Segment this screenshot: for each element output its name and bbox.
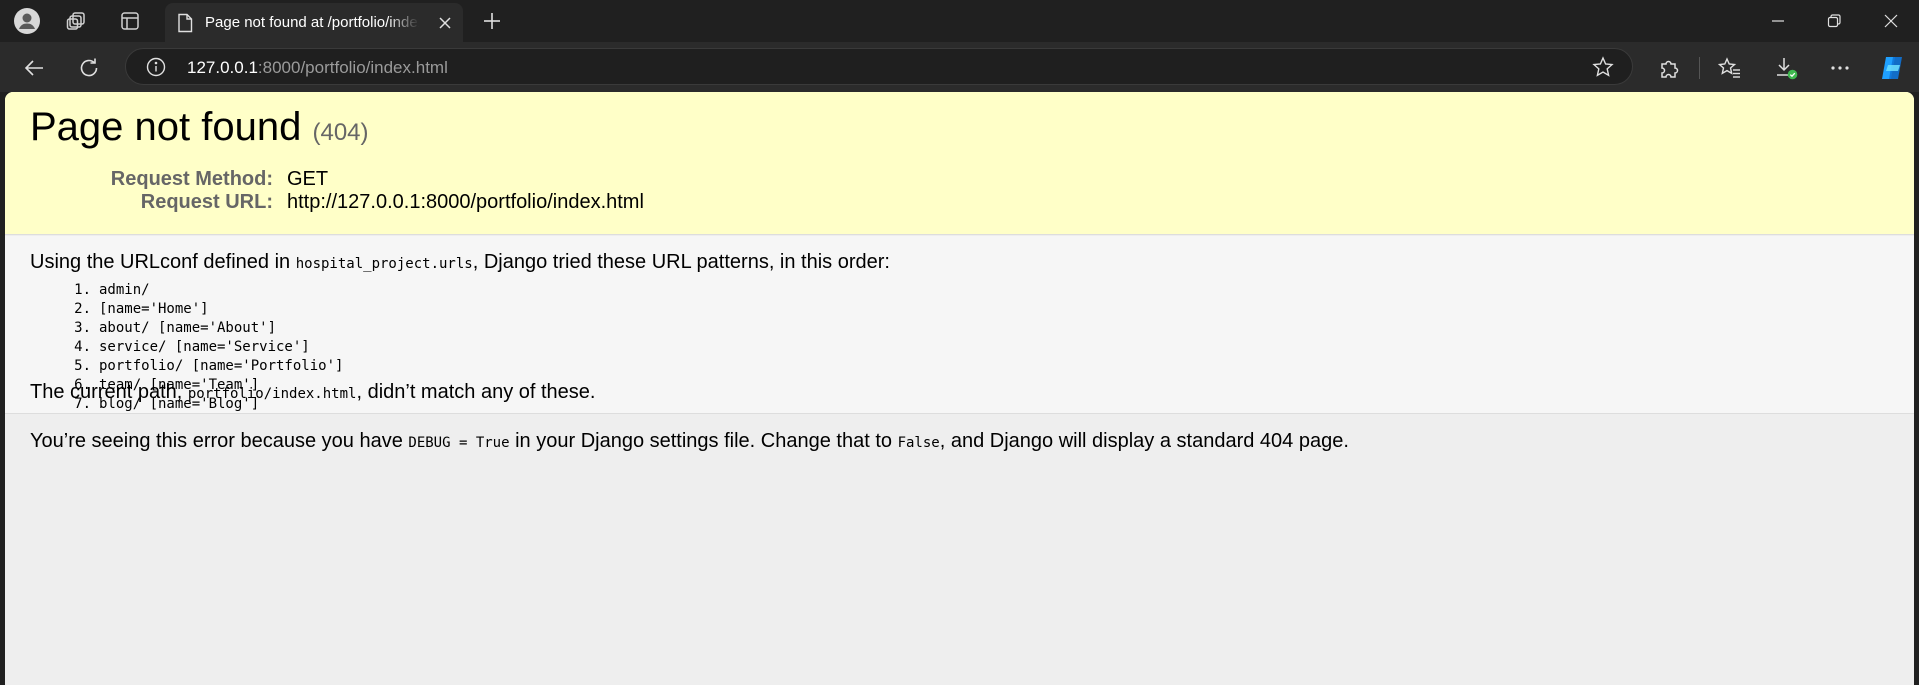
close-tab-icon[interactable] — [435, 13, 455, 33]
urlconf-prefix: Using the URLconf defined in — [30, 251, 296, 273]
tab-strip: Page not found at /portfolio/index.html — [0, 0, 1919, 42]
url-pattern-item: 1. admin/ — [59, 281, 343, 300]
more-button[interactable] — [1824, 52, 1856, 84]
page-title-text: Page not found — [30, 105, 302, 149]
toolbar: 127.0.0.1:8000/portfolio/index.html — [0, 42, 1919, 92]
urlconf-text: Using the URLconf defined in hospital_pr… — [30, 250, 890, 276]
pattern-number: 2. — [74, 301, 91, 317]
profile-icon[interactable] — [13, 7, 41, 35]
url-text[interactable]: 127.0.0.1:8000/portfolio/index.html — [187, 58, 448, 77]
url-pattern-item: 5. portfolio/ [name='Portfolio'] — [59, 357, 343, 376]
request-url-value: http://127.0.0.1:8000/portfolio/index.ht… — [287, 191, 644, 213]
urlconf-suffix: , Django tried these URL patterns, in th… — [472, 251, 890, 273]
url-pattern-item: 4. service/ [name='Service'] — [59, 338, 343, 357]
restore-icon — [1827, 14, 1841, 28]
current-path-prefix: The current path, — [30, 381, 188, 403]
minimize-icon — [1772, 20, 1784, 22]
back-arrow-icon — [24, 60, 43, 76]
debug-explanation-text: You’re seeing this error because you hav… — [30, 429, 1349, 455]
urlconf-module: hospital_project.urls — [295, 256, 473, 272]
address-bar[interactable]: 127.0.0.1:8000/portfolio/index.html — [125, 48, 1633, 85]
url-pattern-item: 2. [name='Home'] — [59, 300, 343, 319]
pattern-text: service/ [name='Service'] — [99, 339, 310, 355]
refresh-button[interactable] — [73, 52, 105, 84]
new-tab-button[interactable] — [478, 7, 506, 35]
workspaces-icon[interactable] — [63, 7, 91, 35]
plus-icon — [484, 13, 500, 29]
url-host: 127.0.0.1 — [187, 58, 258, 77]
pattern-number: 1. — [74, 282, 91, 298]
explanation-part2: in your Django settings file. Change tha… — [509, 430, 898, 452]
copilot-button[interactable] — [1876, 52, 1908, 84]
pattern-text: [name='Home'] — [99, 301, 209, 317]
refresh-icon — [80, 58, 98, 77]
puzzle-icon — [1661, 60, 1679, 78]
pattern-text: admin/ — [99, 282, 150, 298]
restore-button[interactable] — [1806, 0, 1862, 42]
minimize-button[interactable] — [1750, 0, 1806, 42]
downloads-button[interactable] — [1770, 52, 1802, 84]
explanation-part1: You’re seeing this error because you hav… — [30, 430, 409, 452]
tab-title: Page not found at /portfolio/index.html — [205, 14, 419, 31]
debug-explanation: You’re seeing this error because you hav… — [5, 415, 1914, 685]
pattern-text: portfolio/ [name='Portfolio'] — [99, 358, 344, 374]
favorites-icon — [1718, 57, 1740, 78]
pattern-number: 3. — [74, 320, 91, 336]
active-tab[interactable]: Page not found at /portfolio/index.html — [165, 3, 463, 42]
close-icon — [1884, 14, 1898, 28]
current-path-text: The current path, portfolio/index.html, … — [30, 380, 595, 406]
page-title: Page not found (404) — [30, 104, 369, 156]
false-code: False — [897, 435, 940, 451]
explanation-part3: , and Django will display a standard 404… — [939, 430, 1349, 452]
url-patterns-section: Using the URLconf defined in hospital_pr… — [5, 236, 1914, 414]
request-method-value: GET — [287, 168, 329, 190]
current-path-value: portfolio/index.html — [187, 386, 357, 402]
favorite-star-icon[interactable] — [1592, 56, 1614, 83]
pattern-number: 4. — [74, 339, 91, 355]
toolbar-divider — [1699, 57, 1700, 79]
back-button[interactable] — [18, 52, 50, 84]
debug-setting-code: DEBUG = True — [408, 435, 510, 451]
extensions-button[interactable] — [1653, 52, 1685, 84]
url-pattern-item: 3. about/ [name='About'] — [59, 319, 343, 338]
close-window-button[interactable] — [1863, 0, 1919, 42]
favorites-button[interactable] — [1714, 52, 1746, 84]
request-method-label: Request Method: — [110, 168, 273, 190]
status-code: (404) — [312, 119, 369, 146]
download-icon — [1777, 58, 1798, 80]
error-summary: Page not found (404) Request Method: GET… — [5, 92, 1914, 235]
pattern-text: about/ [name='About'] — [99, 320, 277, 336]
pattern-number: 5. — [74, 358, 91, 374]
page-icon — [177, 13, 193, 38]
current-path-suffix: , didn’t match any of these. — [356, 381, 596, 403]
copilot-icon — [1882, 57, 1902, 79]
tab-actions-icon[interactable] — [116, 7, 144, 35]
url-path: :8000/portfolio/index.html — [257, 58, 448, 77]
site-info-icon[interactable] — [146, 57, 166, 82]
request-url-label: Request URL: — [140, 191, 273, 213]
more-icon — [1831, 66, 1849, 70]
page-viewport: Page not found (404) Request Method: GET… — [5, 92, 1914, 685]
